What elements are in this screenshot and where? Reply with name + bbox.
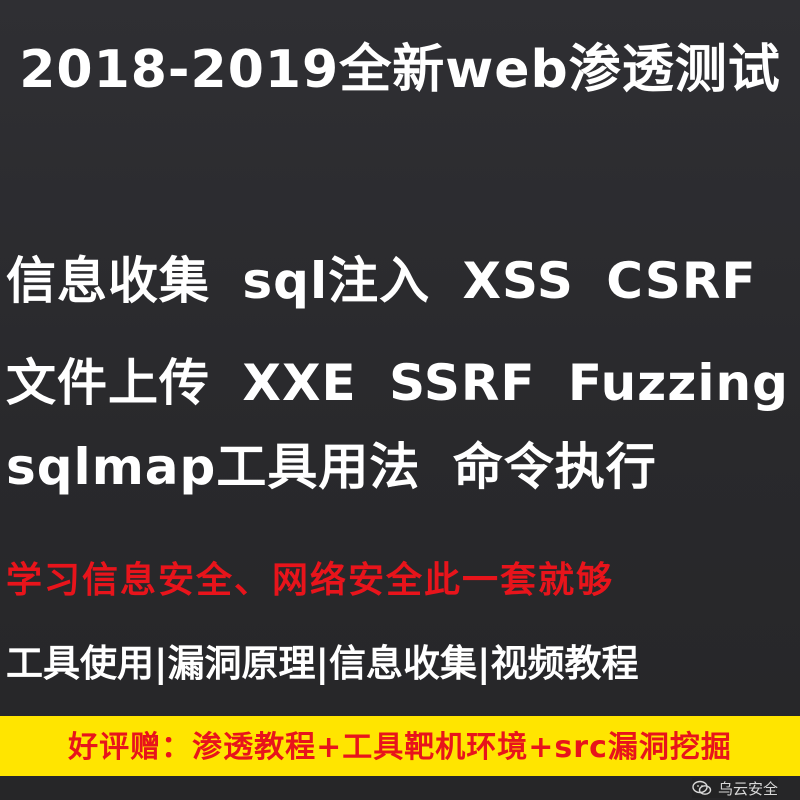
promo-poster: 2018-2019全新web渗透测试 信息收集 sql注入 XSS CSRF 文… xyxy=(0,0,800,800)
wechat-icon xyxy=(692,780,712,796)
topics-row-1: 信息收集 sql注入 XSS CSRF xyxy=(6,252,757,310)
bonus-text: 好评赠：渗透教程+工具靶机环境+src漏洞挖掘 xyxy=(68,730,732,765)
watermark-text: 乌云安全 xyxy=(717,780,778,798)
slogan: 学习信息安全、网络安全此一套就够 xyxy=(6,560,615,601)
watermark: 乌云安全 xyxy=(691,778,778,798)
topics-row-3: sqlmap工具用法 命令执行 xyxy=(6,438,657,496)
poster-headline: 2018-2019全新web渗透测试 xyxy=(19,40,781,100)
feature-tags: 工具使用|漏洞原理|信息收集|视频教程 xyxy=(6,642,639,685)
topics-row-2: 文件上传 XXE SSRF Fuzzing xyxy=(6,354,789,412)
